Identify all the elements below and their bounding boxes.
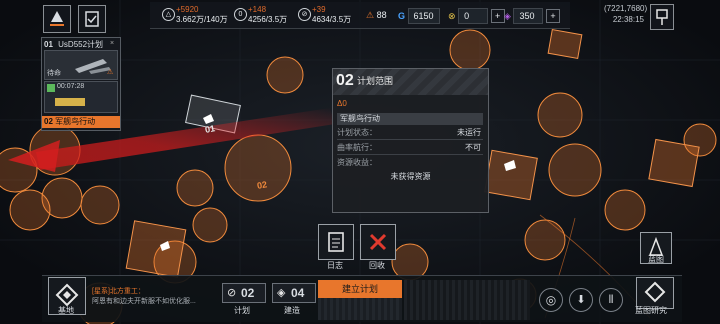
status-row: 计划状态： 未运行 (337, 127, 483, 140)
fleet-icon (50, 11, 64, 26)
selected-plan-name: 军舰鸟行动 (55, 117, 96, 126)
chat-sender: 北方重工： (109, 288, 145, 295)
resource-bar: △ +5920 3.662万/140万 0 +148 4256/3.5万 ⊘ +… (150, 2, 570, 29)
plan-header-name: UsD552计划 (58, 40, 104, 49)
crew-icon: ⦀ (608, 294, 614, 306)
yield-label: 资源收益： (337, 158, 377, 167)
metal-icon: △ (162, 8, 175, 21)
gold-icon: ⊗ (448, 11, 456, 21)
build-count-button[interactable]: ◈ 04 (272, 283, 316, 303)
create-plan-slider (318, 298, 402, 320)
crystal-delta: +148 (248, 5, 267, 14)
map-coordinates: (7221,7680) (604, 4, 648, 13)
yield-value: 未获得资源 (390, 172, 431, 181)
chat-preview[interactable]: [星系]北方重工： 阿恩有和边夫开新服不如优化服... (92, 287, 210, 313)
galaxy-icon: ◎ (545, 293, 557, 307)
download-button[interactable]: ⬇ (569, 288, 593, 312)
build-count: 04 (291, 286, 305, 300)
pin-icon (656, 9, 668, 25)
metal-value: 3.662万/140万 (176, 15, 228, 24)
plan-header-number: 01 (44, 40, 53, 49)
credits-icon: G (398, 11, 406, 21)
plan-icon: ⊘ (227, 287, 237, 299)
collapse-icon[interactable]: × (110, 40, 114, 47)
plan-timer: 00:07:28 (57, 83, 85, 90)
log-label: 日志 (327, 261, 343, 270)
decorative-panel (404, 280, 530, 320)
map-marker-02[interactable]: 02 (256, 179, 268, 191)
crew-button[interactable]: ⦀ (599, 288, 623, 312)
map-pin-button[interactable] (650, 4, 674, 30)
metal-delta: +5920 (176, 5, 199, 14)
crystal-icon: 0 (234, 8, 247, 21)
plan-timer-card[interactable]: 00:07:28 (44, 81, 118, 113)
add-gems-button[interactable]: + (545, 9, 560, 23)
create-plan-label: 建立计划 (341, 284, 378, 294)
log-button[interactable] (318, 224, 354, 260)
base-label: 基地 (58, 306, 74, 315)
fleet-status: 待命 (47, 70, 61, 77)
plan-range-popup: 02 计划范围 Δ0 军舰鸟行动 计划状态： 未运行 曲率航行： 不可 资源收益… (332, 68, 489, 213)
chat-message: 阿恩有和边夫开新服不如优化服... (92, 298, 196, 305)
gem-icon: ◈ (504, 11, 511, 21)
energy-value: 88 (376, 10, 387, 20)
plan-count: 02 (241, 286, 255, 300)
warning-icon: ⚠ (107, 69, 114, 76)
plan-label: 计划 (234, 306, 250, 315)
build-icon: ◈ (277, 287, 286, 299)
deuterium-delta: +39 (312, 5, 326, 14)
plan-fleet-card[interactable]: 待命 ⚠ (44, 50, 118, 80)
plan-count-button[interactable]: ⊘ 02 (222, 283, 266, 303)
popup-delta-badge: Δ0 (337, 99, 347, 108)
cruise-value: 不可 (465, 143, 481, 152)
fleet-button[interactable] (43, 5, 71, 33)
build-label: 建造 (284, 306, 300, 315)
gems-value: 350 (513, 8, 544, 24)
blueprint-label: 蓝图 (648, 255, 664, 264)
status-label: 计划状态： (337, 128, 377, 137)
deuterium-icon: ⊘ (298, 8, 311, 21)
gold-value: 0 (458, 8, 489, 24)
blueprint-research-label: 蓝图研究 (635, 306, 667, 315)
blueprint-research-icon (644, 281, 666, 303)
download-icon: ⬇ (576, 294, 586, 306)
popup-op-row: 军舰鸟行动 (337, 113, 483, 125)
checklist-icon (85, 11, 99, 27)
popup-plan-number: 02 (336, 72, 354, 89)
status-value: 未运行 (457, 128, 481, 137)
selected-plan-row[interactable]: 02 军舰鸟行动 (42, 116, 120, 128)
recall-button[interactable] (360, 224, 396, 260)
chat-channel: [星系] (92, 288, 110, 295)
plan-list-panel: 01 UsD552计划 × 待命 ⚠ 00:07:28 02 军舰鸟行动 (41, 37, 121, 131)
clipboard-icon (328, 232, 344, 252)
yield-row: 资源收益： (337, 157, 483, 169)
cruise-row: 曲率航行： 不可 (337, 142, 483, 155)
tasks-button[interactable] (78, 5, 106, 33)
selected-plan-number: 02 (44, 117, 53, 126)
gold-chip[interactable]: ⊗ 0 + (448, 8, 505, 24)
active-indicator (47, 84, 55, 92)
plan-header[interactable]: 01 UsD552计划 (44, 39, 103, 50)
energy-chip: ⚠ 88 (366, 8, 387, 22)
resource-metal: △ +5920 3.662万/140万 (162, 5, 228, 25)
resource-crystal: 0 +148 4256/3.5万 (234, 5, 288, 25)
galaxy-button[interactable]: ◎ (539, 288, 563, 312)
clock: 22:38:15 (612, 15, 644, 24)
map-marker-01[interactable]: 01 (204, 123, 216, 135)
crystal-value: 4256/3.5万 (248, 15, 288, 24)
cruise-label: 曲率航行： (337, 143, 377, 152)
popup-op-name: 军舰鸟行动 (340, 114, 380, 123)
credits-chip[interactable]: G 6150 (398, 8, 440, 24)
cargo-icon (55, 98, 85, 106)
add-gold-button[interactable]: + (490, 9, 505, 23)
credits-value: 6150 (407, 8, 440, 24)
deuterium-value: 4634/3.5万 (312, 15, 352, 24)
create-plan-button[interactable]: 建立计划 (318, 280, 402, 298)
energy-icon: ⚠ (366, 10, 375, 20)
close-x-icon (369, 233, 387, 251)
resource-deuterium: ⊘ +39 4634/3.5万 (298, 5, 352, 25)
popup-title: 计划范围 (357, 76, 394, 86)
recall-label: 回收 (369, 261, 385, 270)
gems-chip[interactable]: ◈ 350 + (504, 8, 560, 24)
